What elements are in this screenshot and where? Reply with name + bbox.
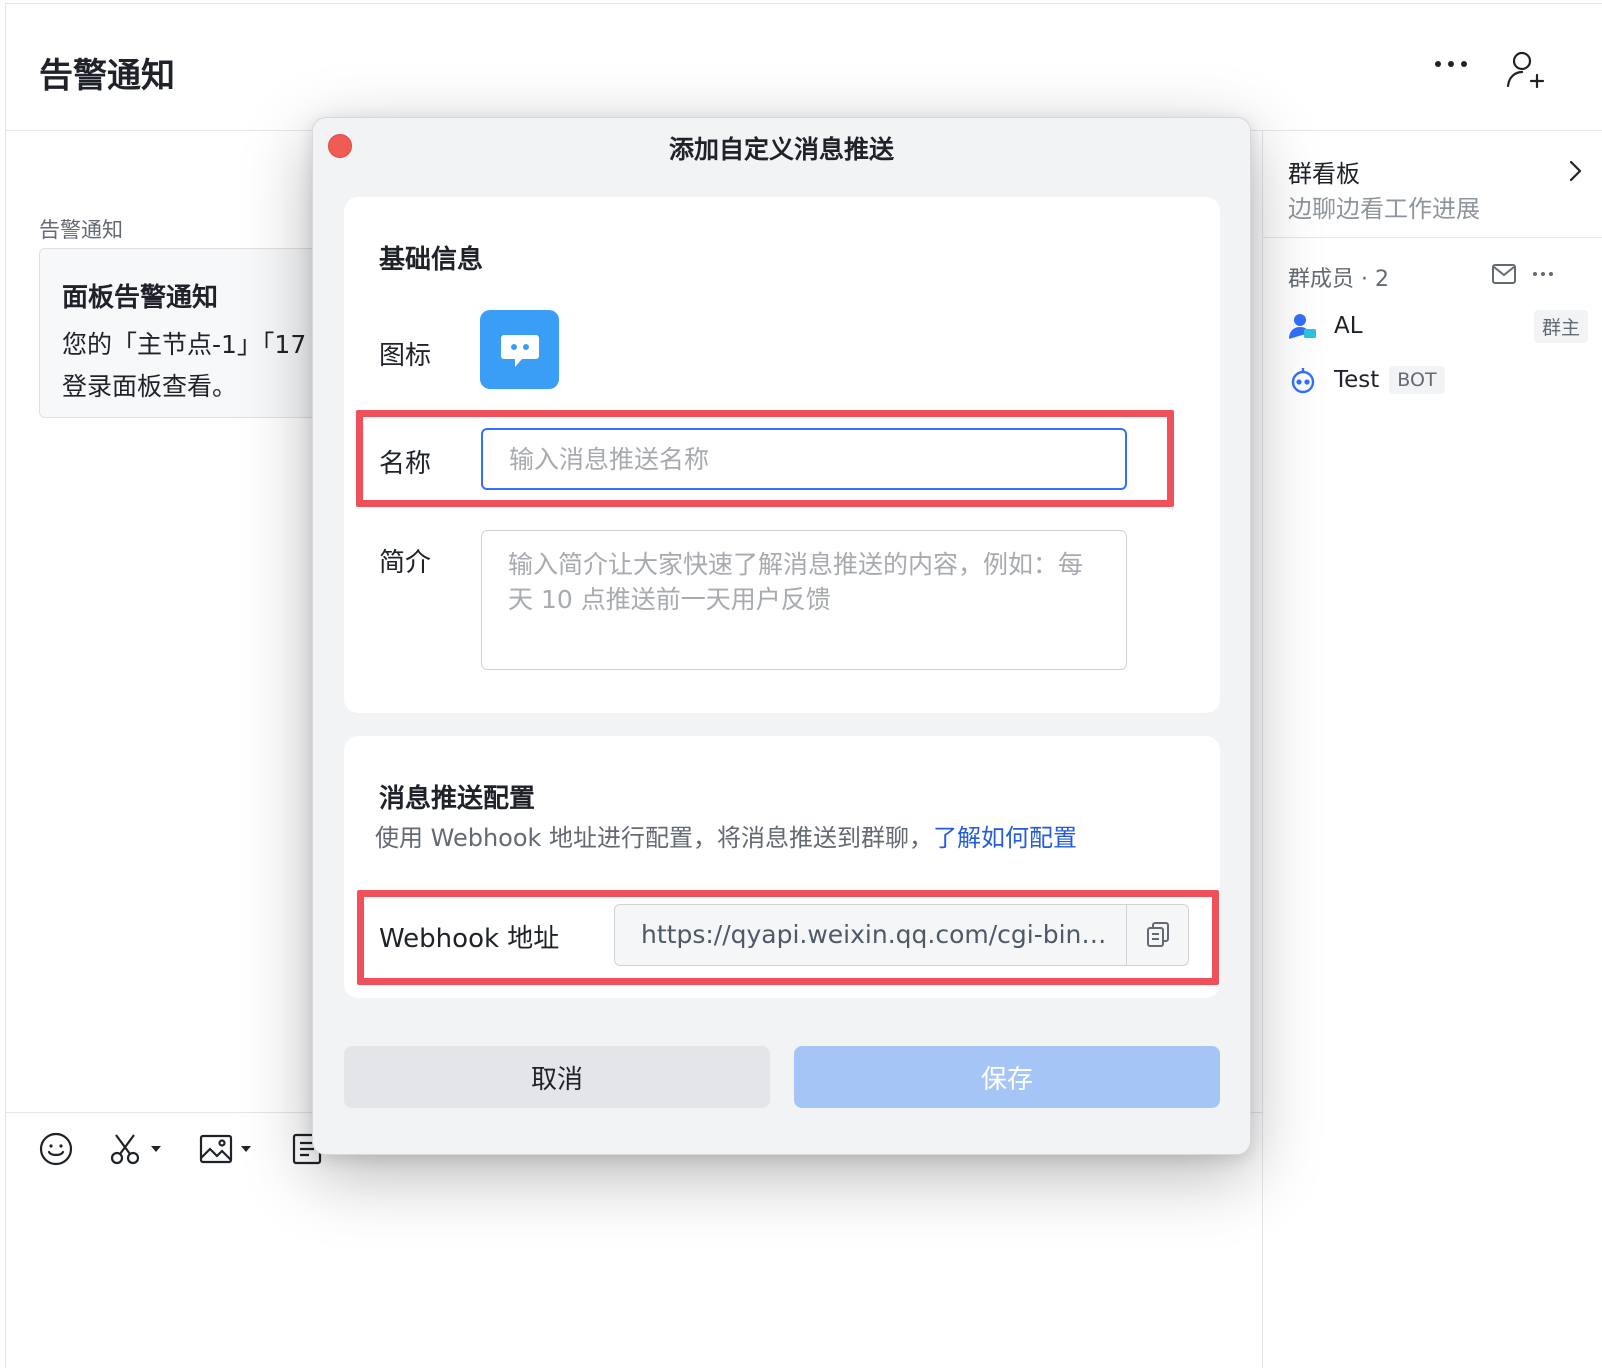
copy-icon [1146,922,1169,947]
image-icon[interactable] [198,1127,252,1171]
push-config-panel: 消息推送配置 使用 Webhook 地址进行配置，将消息推送到群聊，了解如何配置… [344,736,1220,998]
intro-textarea[interactable] [481,530,1127,670]
name-label: 名称 [379,449,432,479]
more-horizontal-icon[interactable] [1426,44,1476,84]
scissors-icon[interactable] [108,1127,162,1171]
push-config-desc-text: 使用 Webhook 地址进行配置，将消息推送到群聊， [375,824,934,852]
cancel-button[interactable]: 取消 [344,1046,770,1108]
group-board-subtitle: 边聊边看工作进展 [1288,195,1480,223]
icon-label: 图标 [379,341,432,371]
member-item[interactable]: AL 群主 [1288,306,1588,346]
webhook-label: Webhook 地址 [379,924,560,954]
learn-how-link[interactable]: 了解如何配置 [933,824,1077,852]
members-title: 群成员 · 2 [1288,267,1389,292]
dropdown-caret-icon [241,1146,251,1152]
webhook-url-field[interactable]: https://qyapi.weixin.qq.com/cgi-bin/... [614,904,1189,966]
add-webhook-modal: 添加自定义消息推送 基础信息 图标 名称 简介 消息推送配置 使用 Webhoo… [312,117,1251,1155]
dropdown-caret-icon [151,1146,161,1152]
push-config-heading: 消息推送配置 [379,784,536,814]
message-sender: 告警通知 [39,218,123,242]
bot-avatar-icon[interactable] [480,310,559,389]
chat-header: 告警通知 [6,4,1602,131]
webhook-url-value[interactable]: https://qyapi.weixin.qq.com/cgi-bin/... [615,905,1126,965]
add-user-icon[interactable] [1504,48,1548,92]
intro-label: 简介 [379,548,432,578]
chat-title: 告警通知 [39,56,175,96]
name-input[interactable] [481,428,1127,490]
user-avatar-icon [1289,314,1316,339]
chat-bubble-icon [500,334,539,367]
bot-badge: BOT [1389,366,1445,394]
push-config-description: 使用 Webhook 地址进行配置，将消息推送到群聊，了解如何配置 [375,818,1077,853]
robot-icon [1291,368,1315,394]
copy-button[interactable] [1126,905,1188,965]
right-sidebar: 群看板 边聊边看工作进展 群成员 · 2 AL 群主 Test BOT [1262,131,1602,1368]
member-name: AL [1334,313,1363,339]
mail-icon[interactable] [1491,263,1517,285]
chevron-right-icon[interactable] [1563,159,1587,183]
modal-title: 添加自定义消息推送 [668,135,894,164]
divider [1263,237,1602,238]
member-name: Test [1334,367,1380,393]
save-button[interactable]: 保存 [794,1046,1220,1108]
emoji-icon[interactable] [38,1127,74,1171]
group-board-title[interactable]: 群看板 [1288,154,1360,189]
more-horizontal-icon[interactable] [1533,263,1563,285]
basic-info-panel: 基础信息 图标 名称 简介 [344,197,1220,713]
basic-info-heading: 基础信息 [379,245,484,275]
owner-badge: 群主 [1533,309,1588,343]
member-item[interactable]: Test BOT [1288,360,1588,400]
